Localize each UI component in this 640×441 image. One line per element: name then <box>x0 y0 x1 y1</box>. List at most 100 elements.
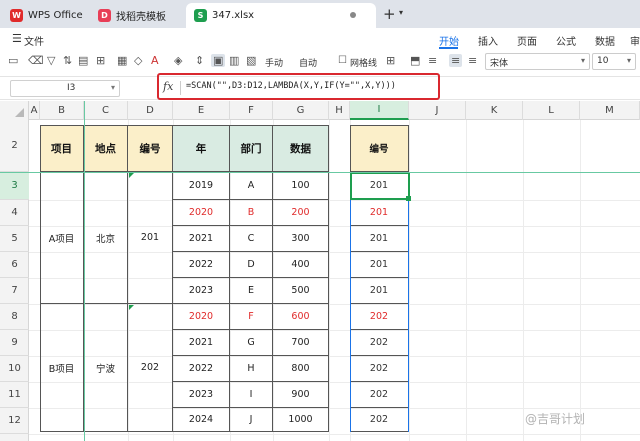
cell-year[interactable]: 2020 <box>173 304 230 330</box>
column-header-d[interactable]: D <box>128 101 173 120</box>
result-cell[interactable]: 201 <box>350 252 409 278</box>
merged-code-b[interactable]: 202 <box>128 304 173 432</box>
cell-value[interactable]: 800 <box>273 356 329 382</box>
result-cell[interactable]: 202 <box>350 330 409 356</box>
cell-year[interactable]: 2019 <box>173 172 230 200</box>
result-cell[interactable]: 201 <box>350 172 409 200</box>
fit-icon[interactable]: ▧ <box>246 54 256 67</box>
column-header-l[interactable]: L <box>523 101 580 120</box>
merged-project-a[interactable]: A项目 <box>40 172 84 304</box>
cell-year[interactable]: 2022 <box>173 356 230 382</box>
cell-dept[interactable]: D <box>230 252 273 278</box>
clear-icon[interactable]: ▭ <box>8 54 18 67</box>
cell-dept[interactable]: F <box>230 304 273 330</box>
cell-year[interactable]: 2023 <box>173 278 230 304</box>
cell-dept[interactable]: E <box>230 278 273 304</box>
header-code[interactable]: 编号 <box>128 125 173 172</box>
ribbon-tab-review[interactable]: 审 <box>630 33 640 48</box>
wrap-text-icon[interactable]: ▣ <box>211 54 226 67</box>
row-header-11[interactable]: 11 <box>0 382 29 408</box>
row-header-3[interactable]: 3 <box>0 172 29 200</box>
header-project[interactable]: 项目 <box>40 125 84 172</box>
merged-code-a[interactable]: 201 <box>128 172 173 304</box>
ribbon-tab-page[interactable]: 页面 <box>517 33 537 48</box>
merged-project-b[interactable]: B项目 <box>40 304 84 432</box>
align-center-icon[interactable]: ≡ <box>449 54 463 67</box>
ribbon-tab-home[interactable]: 开始 <box>439 33 459 48</box>
borders-icon[interactable]: ⊞ <box>96 54 105 67</box>
ribbon-tab-formula[interactable]: 公式 <box>556 33 576 48</box>
result-cell[interactable]: 202 <box>350 304 409 330</box>
new-tab-icon[interactable]: + <box>383 5 396 23</box>
column-header-a[interactable]: A <box>29 101 40 120</box>
result-cell[interactable]: 201 <box>350 200 409 226</box>
font-color-icon[interactable]: A <box>151 54 159 67</box>
tab-template[interactable]: D 找稻壳模板 <box>90 3 186 28</box>
row-header-4[interactable]: 4 <box>0 200 29 226</box>
cell-value[interactable]: 700 <box>273 330 329 356</box>
font-name-select[interactable]: 宋体 ▾ <box>485 53 590 70</box>
ribbon-tab-data[interactable]: 数据 <box>595 33 615 48</box>
cell-value[interactable]: 200 <box>273 200 329 226</box>
manual-dropdown[interactable]: 手动 <box>265 56 283 69</box>
result-cell[interactable]: 202 <box>350 356 409 382</box>
result-cell[interactable]: 202 <box>350 382 409 408</box>
row-header-7[interactable]: 7 <box>0 278 29 304</box>
column-header-m[interactable]: M <box>580 101 640 120</box>
result-cell[interactable]: 201 <box>350 226 409 252</box>
unsaved-dot-icon[interactable] <box>350 12 356 18</box>
row-header-5[interactable]: 5 <box>0 226 29 252</box>
auto-dropdown[interactable]: 自动 <box>299 56 317 69</box>
cell-dept[interactable]: C <box>230 226 273 252</box>
result-header[interactable]: 编号 <box>350 125 409 172</box>
align-top-icon[interactable]: ⬒ <box>410 54 420 67</box>
cell-value[interactable]: 1000 <box>273 408 329 432</box>
column-header-k[interactable]: K <box>466 101 523 120</box>
align-left-icon[interactable]: ≡ <box>428 54 437 67</box>
filter-icon[interactable]: ▽ <box>47 54 55 67</box>
cell-year[interactable]: 2021 <box>173 226 230 252</box>
cell-dept[interactable]: B <box>230 200 273 226</box>
freeze-icon[interactable]: ▥ <box>229 54 239 67</box>
row-header-2[interactable]: 2 <box>0 120 29 172</box>
hamburger-menu-icon[interactable]: ☰ <box>12 32 22 45</box>
gridlines-checkbox[interactable]: ☐ <box>338 55 347 66</box>
name-box[interactable]: I3 ▾ <box>10 80 120 97</box>
tab-workbook[interactable]: S 347.xlsx <box>186 3 376 28</box>
eraser-icon[interactable]: ⌫ <box>28 54 44 67</box>
cell-value[interactable]: 400 <box>273 252 329 278</box>
cell-dept[interactable]: H <box>230 356 273 382</box>
cell-dept[interactable]: J <box>230 408 273 432</box>
row-header-8[interactable]: 8 <box>0 304 29 330</box>
result-cell[interactable]: 201 <box>350 278 409 304</box>
table-style-icon[interactable]: ▦ <box>117 54 127 67</box>
column-header-b[interactable]: B <box>40 101 84 120</box>
header-year[interactable]: 年 <box>173 125 230 172</box>
header-data[interactable]: 数据 <box>273 125 329 172</box>
cell-value[interactable]: 900 <box>273 382 329 408</box>
cell-dept[interactable]: G <box>230 330 273 356</box>
tab-wps-office[interactable]: W WPS Office <box>2 3 88 28</box>
cell-value[interactable]: 600 <box>273 304 329 330</box>
merged-place-a[interactable]: 北京 <box>84 172 128 304</box>
cell-year[interactable]: 2023 <box>173 382 230 408</box>
column-header-e[interactable]: E <box>173 101 230 120</box>
column-header-g[interactable]: G <box>273 101 329 120</box>
row-header-9[interactable]: 9 <box>0 330 29 356</box>
cell-dept[interactable]: I <box>230 382 273 408</box>
row-height-icon[interactable]: ⇕ <box>195 54 204 67</box>
format-painter-icon[interactable]: ▤ <box>78 54 88 67</box>
header-dept[interactable]: 部门 <box>230 125 273 172</box>
cell-year[interactable]: 2024 <box>173 408 230 432</box>
font-size-select[interactable]: 10 ▾ <box>592 53 636 70</box>
cell-year[interactable]: 2020 <box>173 200 230 226</box>
merged-place-b[interactable]: 宁波 <box>84 304 128 432</box>
result-cell[interactable]: 202 <box>350 408 409 432</box>
column-header-i[interactable]: I <box>350 101 409 120</box>
cell-dept[interactable]: A <box>230 172 273 200</box>
ribbon-tab-insert[interactable]: 插入 <box>478 33 498 48</box>
border-grid-icon[interactable]: ⊞ <box>386 54 395 67</box>
cell-year[interactable]: 2021 <box>173 330 230 356</box>
row-header-6[interactable]: 6 <box>0 252 29 278</box>
cell-value[interactable]: 500 <box>273 278 329 304</box>
